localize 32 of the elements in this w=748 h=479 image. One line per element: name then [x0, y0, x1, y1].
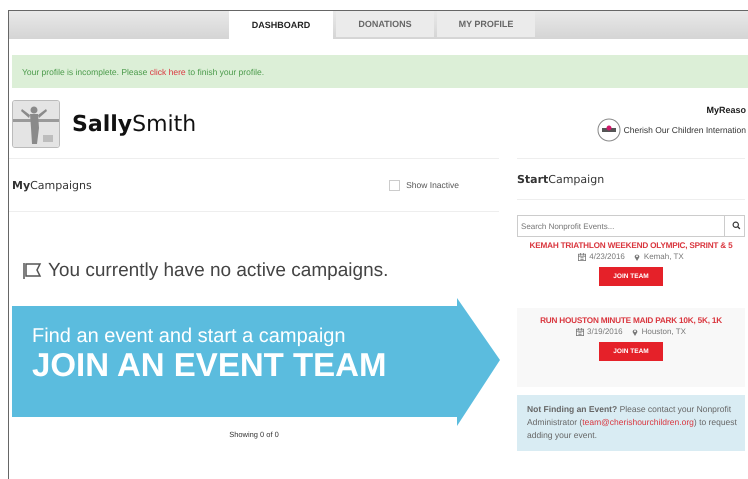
event-title[interactable]: KEMAH TRIATHLON WEEKEND OLYMPIC, SPRINT & 5	[530, 241, 732, 250]
banner-title: JOIN AN EVENT TEAM	[32, 348, 386, 381]
search-field[interactable]: Search Nonprofit Events...	[517, 215, 745, 237]
email-link[interactable]: team@cherishourchildren.org	[582, 416, 694, 427]
location-pin-icon	[630, 328, 639, 336]
calendar-icon	[576, 328, 584, 336]
logo-icon	[596, 118, 621, 142]
section-heading: MyCampaigns	[12, 178, 92, 192]
checkbox[interactable]	[389, 180, 400, 190]
nav-tab[interactable]: MY PROFILE	[437, 11, 535, 37]
notice-message: Not Finding an Event? Please contact your Nonprofit Administrator (team@cherishourchildren.org) to request adding your event.	[517, 395, 745, 452]
alert-message: Your profile is incomplete. Please click here to finish your profile.	[22, 66, 264, 76]
banner-subtitle: Find an event and start a campaign	[32, 325, 347, 348]
event-location: Kemah, TX	[644, 252, 684, 261]
flag-icon	[22, 262, 42, 280]
section-heading: StartCampaign	[517, 158, 745, 200]
search-icon[interactable]	[732, 221, 741, 230]
banner-arrow[interactable]	[12, 298, 500, 426]
organization-name: Cherish Our Children Internation	[624, 125, 746, 135]
nav-tab[interactable]: DASHBOARD	[229, 11, 333, 39]
event-date: 3/19/2016	[587, 327, 623, 336]
event-title[interactable]: RUN HOUSTON MINUTE MAID PARK 10K, 5K, 1K	[540, 316, 722, 325]
profile-link[interactable]: click here	[150, 66, 186, 76]
empty-message: You currently have no active campaigns.	[48, 260, 388, 282]
event-location: Houston, TX	[642, 327, 686, 336]
location-pin-icon	[632, 252, 641, 260]
nav-tab[interactable]: DONATIONS	[336, 11, 434, 37]
checkbox-label: Show Inactive	[406, 180, 459, 190]
calendar-icon	[578, 252, 586, 260]
reason-heading: MyReaso	[706, 105, 746, 115]
user-name: SallySmith	[72, 112, 196, 136]
event-date: 4/23/2016	[589, 252, 625, 261]
